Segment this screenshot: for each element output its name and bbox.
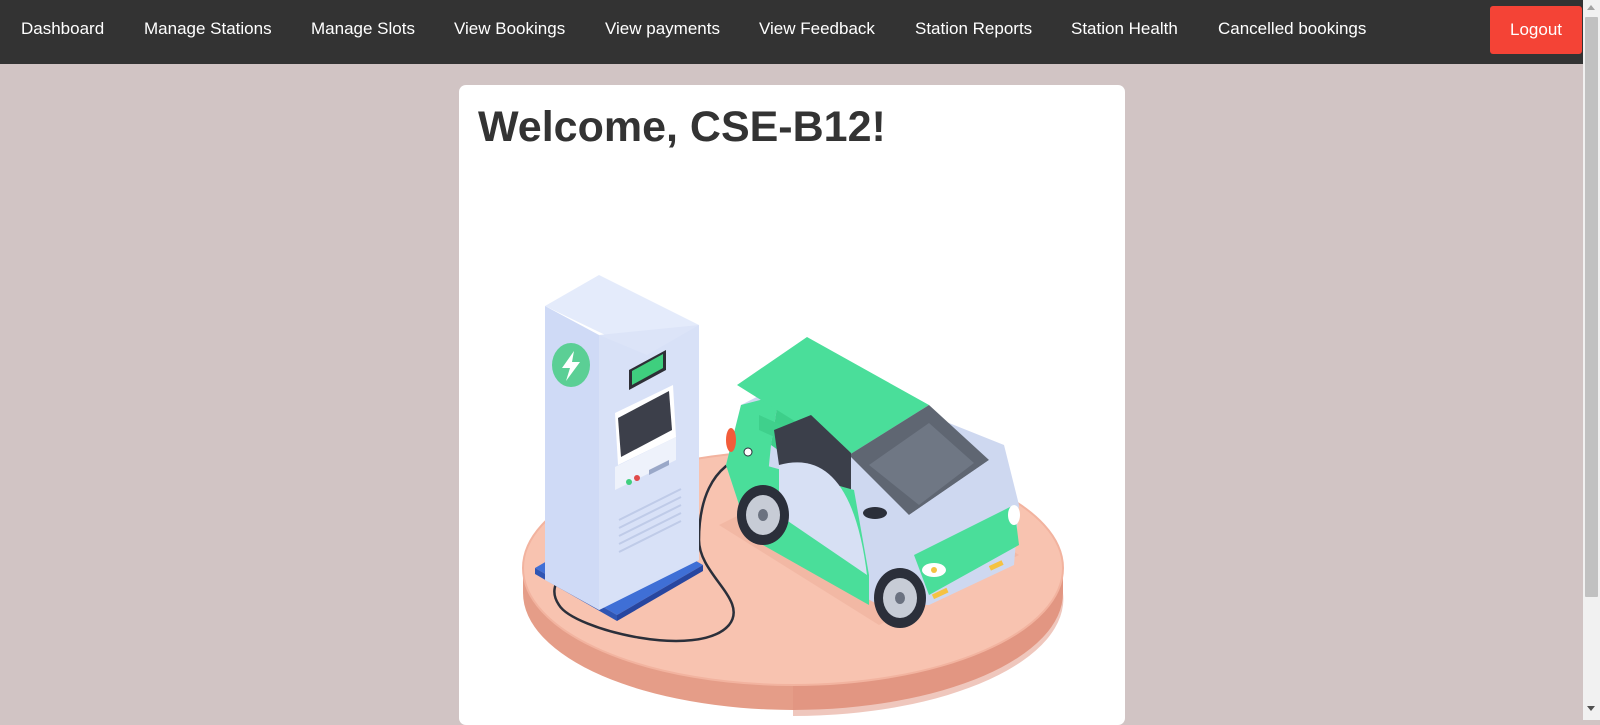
- nav-manage-stations[interactable]: Manage Stations: [144, 0, 272, 57]
- nav-view-feedback[interactable]: View Feedback: [759, 0, 875, 57]
- welcome-card: Welcome, CSE-B12!: [459, 85, 1125, 725]
- scroll-up-icon[interactable]: [1587, 5, 1595, 10]
- ev-charging-illustration: [522, 275, 1064, 717]
- vertical-scrollbar[interactable]: [1583, 0, 1600, 720]
- nav-station-health[interactable]: Station Health: [1071, 0, 1178, 57]
- nav-station-reports[interactable]: Station Reports: [915, 0, 1032, 57]
- logout-button[interactable]: Logout: [1490, 6, 1582, 54]
- scroll-thumb[interactable]: [1585, 17, 1598, 597]
- nav-manage-slots[interactable]: Manage Slots: [311, 0, 415, 57]
- charging-station: [535, 275, 703, 621]
- nav-view-payments[interactable]: View payments: [605, 0, 720, 57]
- scroll-down-icon[interactable]: [1587, 706, 1595, 711]
- nav-cancelled-bookings[interactable]: Cancelled bookings: [1218, 0, 1366, 57]
- nav-dashboard[interactable]: Dashboard: [21, 0, 104, 57]
- top-navbar: Dashboard Manage Stations Manage Slots V…: [0, 0, 1583, 64]
- nav-view-bookings[interactable]: View Bookings: [454, 0, 565, 57]
